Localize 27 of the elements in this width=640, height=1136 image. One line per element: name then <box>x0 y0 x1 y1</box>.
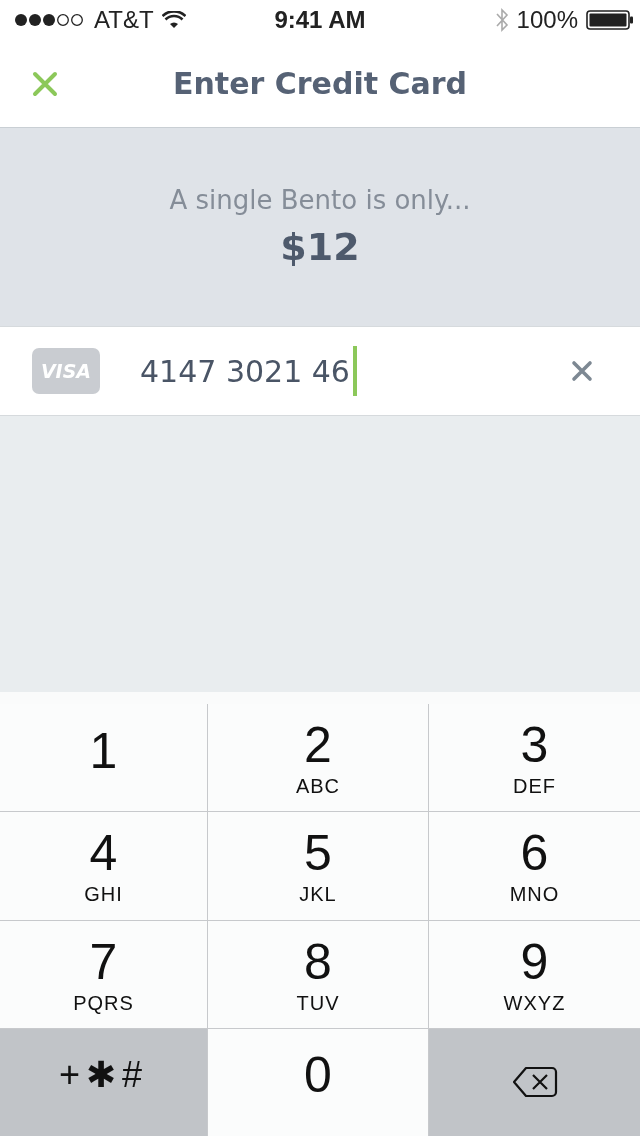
battery-icon <box>586 10 634 30</box>
keypad-key[interactable]: 0 <box>208 1028 428 1136</box>
battery-percent: 100% <box>516 6 578 34</box>
delete-key[interactable] <box>429 1028 640 1136</box>
keypad-key[interactable]: 2 ABC <box>208 704 428 812</box>
keypad-key[interactable]: 6 MNO <box>429 812 640 920</box>
symbols-key[interactable]: +✱# <box>0 1028 207 1136</box>
signal-icon <box>14 13 86 27</box>
text-cursor <box>352 346 357 396</box>
keypad-key[interactable]: 8 TUV <box>208 920 428 1028</box>
wifi-icon <box>161 11 186 29</box>
keypad-key[interactable]: 7 PQRS <box>0 920 207 1028</box>
close-icon[interactable] <box>32 71 58 97</box>
keypad-key[interactable]: 1 <box>0 704 207 812</box>
price: $12 <box>280 225 360 269</box>
bluetooth-icon <box>494 7 509 33</box>
keypad-key[interactable]: 5 JKL <box>208 812 428 920</box>
card-number: 4147 3021 46 <box>140 353 350 389</box>
clear-icon[interactable] <box>571 360 593 382</box>
clock-time: 9:41 AM <box>274 6 366 34</box>
backspace-icon <box>511 1066 558 1099</box>
keypad-key[interactable]: 9 WXYZ <box>429 920 640 1028</box>
carrier-name: AT&T <box>94 6 154 34</box>
keypad-key[interactable]: 3 DEF <box>429 704 640 812</box>
promo-caption: A single Bento is only... <box>169 185 471 215</box>
screen-title: Enter Credit Card <box>173 66 467 101</box>
keypad-key[interactable]: 4 GHI <box>0 812 207 920</box>
